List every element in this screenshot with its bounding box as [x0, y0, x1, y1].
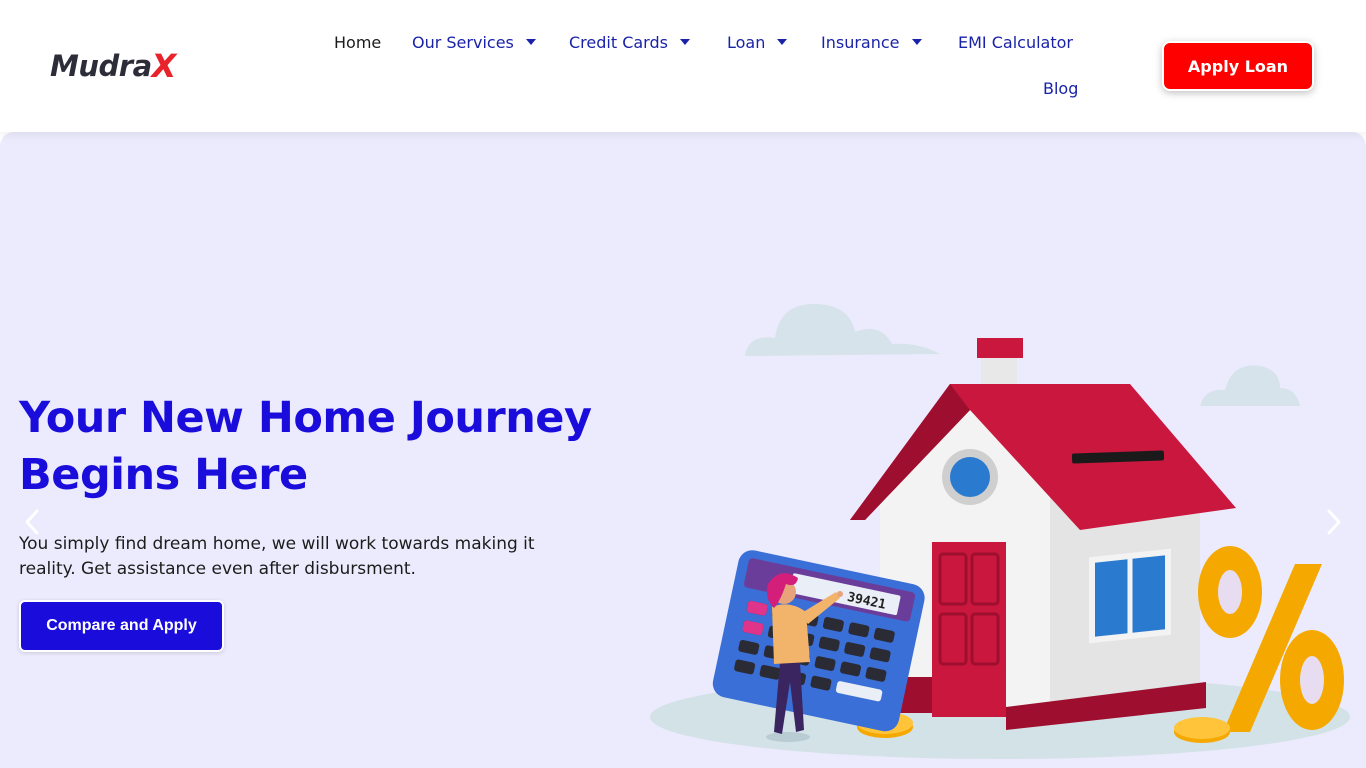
nav-item-label: Blog [1043, 78, 1079, 98]
nav-item-loan[interactable]: Loan [727, 24, 788, 60]
compare-and-apply-button[interactable]: Compare and Apply [19, 600, 224, 652]
nav-item-home[interactable]: Home [334, 24, 381, 60]
apply-loan-button[interactable]: Apply Loan [1162, 41, 1314, 91]
site-header: Mudra X Home Our Services Credit Cards Lo… [0, 0, 1366, 132]
hero-subtitle: You simply find dream home, we will work… [19, 534, 535, 579]
nav-item-our-services[interactable]: Our Services [412, 24, 536, 60]
logo-text: Mudra [50, 49, 152, 83]
nav-item-label: EMI Calculator [958, 32, 1073, 52]
caret-down-icon [525, 39, 536, 45]
hero-banner: Your New Home Journey Begins Here You si… [0, 132, 1366, 768]
hero-title: Your New Home Journey Begins Here [19, 393, 592, 500]
nav-item-emi-calculator[interactable]: EMI Calculator [958, 24, 1073, 60]
nav-item-credit-cards[interactable]: Credit Cards [569, 24, 690, 60]
nav-item-insurance[interactable]: Insurance [821, 24, 922, 60]
logo-accent: X [151, 47, 177, 85]
nav-item-blog[interactable]: Blog [1043, 70, 1078, 106]
caret-down-icon [679, 39, 690, 45]
caret-down-icon [911, 39, 922, 45]
brand-logo[interactable]: Mudra X [50, 47, 177, 85]
caret-down-icon [777, 39, 788, 45]
chevron-left-icon[interactable] [18, 504, 46, 540]
nav-item-label: Credit Cards [569, 32, 668, 52]
nav-item-label: Home [334, 32, 382, 52]
home-loan-illustration: 39421 [650, 303, 1350, 759]
nav-item-label: Our Services [412, 32, 514, 52]
nav-item-label: Insurance [821, 32, 900, 52]
nav-item-label: Loan [727, 32, 766, 52]
